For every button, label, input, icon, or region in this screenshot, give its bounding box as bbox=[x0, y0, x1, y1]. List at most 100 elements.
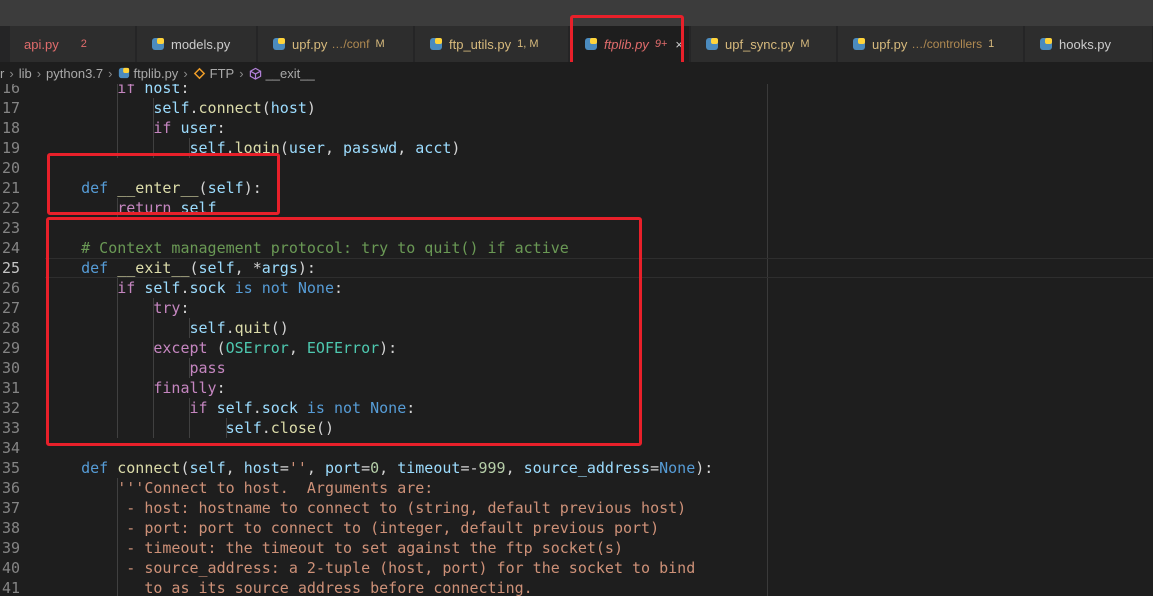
code-token: '''Connect to host. Arguments are: bbox=[117, 479, 434, 497]
tab-label: upf.py bbox=[292, 36, 328, 52]
line-number: 38 bbox=[1, 519, 20, 537]
code-line[interactable]: 17 self.connect(host) bbox=[0, 98, 1153, 118]
class-icon bbox=[193, 67, 205, 79]
code-line[interactable]: 41 to as its source address before conne… bbox=[0, 578, 1153, 596]
code-text: self.connect(host) bbox=[45, 98, 316, 118]
python-file-icon bbox=[273, 38, 285, 50]
code-token: = bbox=[279, 459, 289, 477]
line-number: 35 bbox=[1, 459, 20, 477]
tab-hooks-py[interactable]: hooks.py bbox=[1025, 26, 1153, 62]
code-token: host bbox=[243, 459, 280, 477]
line-number: 23 bbox=[1, 219, 20, 237]
chevron-right-icon: › bbox=[108, 65, 113, 81]
tab-path-description: …/conf bbox=[331, 37, 370, 51]
code-token: source_address bbox=[523, 459, 651, 477]
git-status-badge: 1, M bbox=[517, 38, 539, 50]
code-token: passwd bbox=[343, 139, 398, 157]
code-token: - timeout: the timeout to set against th… bbox=[117, 539, 623, 557]
enter-method-highlight bbox=[47, 153, 280, 215]
line-number: 24 bbox=[1, 239, 20, 257]
tab-upf-py-conf[interactable]: upf.py …/conf M bbox=[258, 26, 414, 62]
code-line[interactable]: 36 '''Connect to host. Arguments are: bbox=[0, 478, 1153, 498]
code-text: - timeout: the timeout to set against th… bbox=[45, 538, 623, 558]
line-number: 31 bbox=[1, 379, 20, 397]
code-token: : bbox=[180, 84, 190, 97]
python-file-icon bbox=[1040, 38, 1052, 50]
tab-models-py[interactable]: models.py bbox=[137, 26, 257, 62]
breadcrumb-item[interactable]: r bbox=[0, 66, 4, 81]
tab-upf-py-controllers[interactable]: upf.py …/controllers 1 bbox=[838, 26, 1024, 62]
breadcrumb-item[interactable]: ftplib.py bbox=[134, 66, 179, 81]
code-token: ( bbox=[261, 99, 271, 117]
line-number: 37 bbox=[1, 499, 20, 517]
line-number: 29 bbox=[1, 339, 20, 357]
tab-label: upf.py bbox=[872, 36, 908, 52]
code-token: def bbox=[81, 459, 118, 477]
breadcrumb-item[interactable]: __exit__ bbox=[266, 66, 315, 81]
python-file-icon bbox=[853, 38, 865, 50]
breadcrumb: r › lib › python3.7 › ftplib.py › FTP › … bbox=[0, 62, 1153, 84]
code-token: acct bbox=[415, 139, 452, 157]
code-token: if bbox=[153, 119, 181, 137]
problem-count-badge: 1 bbox=[988, 38, 995, 50]
code-text: - source_address: a 2-tuple (host, port)… bbox=[45, 558, 695, 578]
code-token: , bbox=[379, 459, 398, 477]
line-number: 28 bbox=[1, 319, 20, 337]
breadcrumb-item[interactable]: python3.7 bbox=[46, 66, 103, 81]
git-status-badge: M bbox=[375, 38, 385, 50]
code-line[interactable]: 16 if host: bbox=[0, 84, 1153, 98]
code-token: , bbox=[225, 459, 244, 477]
tab-label: models.py bbox=[171, 36, 231, 52]
code-token: port bbox=[324, 459, 362, 477]
chevron-right-icon: › bbox=[239, 65, 244, 81]
line-number: 18 bbox=[1, 119, 20, 137]
tab-upf-sync-py[interactable]: upf_sync.py M bbox=[691, 26, 837, 62]
code-text: to as its source address before connecti… bbox=[45, 578, 532, 596]
code-token: 0 bbox=[370, 459, 380, 477]
code-token: . bbox=[189, 99, 199, 117]
tab-label: hooks.py bbox=[1059, 36, 1112, 52]
problem-count-badge: 2 bbox=[80, 38, 87, 50]
code-token: host bbox=[270, 99, 307, 117]
python-file-icon bbox=[152, 38, 164, 50]
line-number: 34 bbox=[1, 439, 20, 457]
line-number: 40 bbox=[1, 559, 20, 577]
code-line[interactable]: 39 - timeout: the timeout to set against… bbox=[0, 538, 1153, 558]
code-token: - host: hostname to connect to (string, … bbox=[117, 499, 687, 517]
code-token: self bbox=[189, 459, 226, 477]
line-number: 32 bbox=[1, 399, 20, 417]
code-line[interactable]: 38 - port: port to connect to (integer, … bbox=[0, 518, 1153, 538]
breadcrumb-item[interactable]: FTP bbox=[210, 66, 235, 81]
chevron-right-icon: › bbox=[183, 65, 188, 81]
code-token: - port: port to connect to (integer, def… bbox=[117, 519, 660, 537]
line-number: 26 bbox=[1, 279, 20, 297]
code-token: = bbox=[361, 459, 371, 477]
code-token: , bbox=[397, 139, 416, 157]
code-text: if user: bbox=[45, 118, 225, 138]
code-token: ) bbox=[451, 139, 461, 157]
line-number: 33 bbox=[1, 419, 20, 437]
code-token: ): bbox=[695, 459, 714, 477]
code-token: , bbox=[324, 139, 344, 157]
line-number: 21 bbox=[1, 179, 20, 197]
tab-label: ftp_utils.py bbox=[449, 36, 512, 52]
python-file-icon bbox=[118, 67, 129, 79]
line-number: 17 bbox=[1, 99, 20, 117]
code-token: connect bbox=[117, 459, 181, 477]
code-token: if bbox=[117, 84, 145, 97]
breadcrumb-item[interactable]: lib bbox=[19, 66, 32, 81]
code-token: user bbox=[180, 119, 217, 137]
git-status-badge: M bbox=[800, 38, 810, 50]
tab-label: upf_sync.py bbox=[725, 36, 795, 52]
code-line[interactable]: 40 - source_address: a 2-tuple (host, po… bbox=[0, 558, 1153, 578]
code-line[interactable]: 35 def connect(self, host='', port=0, ti… bbox=[0, 458, 1153, 478]
tab-api-py[interactable]: api.py 2 bbox=[10, 26, 136, 62]
line-number: 39 bbox=[1, 539, 20, 557]
tab-ftp-utils-py[interactable]: ftp_utils.py 1, M bbox=[415, 26, 569, 62]
python-file-icon bbox=[430, 38, 442, 50]
code-line[interactable]: 37 - host: hostname to connect to (strin… bbox=[0, 498, 1153, 518]
code-token: '' bbox=[288, 459, 307, 477]
line-number: 19 bbox=[1, 139, 20, 157]
code-line[interactable]: 18 if user: bbox=[0, 118, 1153, 138]
chevron-right-icon: › bbox=[36, 65, 42, 81]
